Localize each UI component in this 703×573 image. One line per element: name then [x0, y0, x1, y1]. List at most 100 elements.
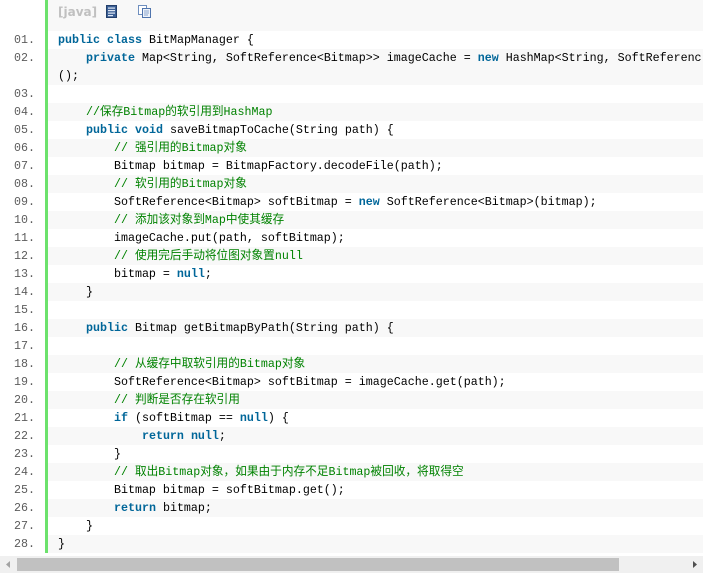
line-number: 27. [0, 517, 45, 535]
code-line: 08. // 软引用的Bitmap对象 [0, 175, 703, 193]
toolbar-gutter [0, 0, 45, 31]
code-text: imageCache.put(path, softBitmap); [58, 231, 345, 245]
code-line: 10. // 添加该对象到Map中使其缓存 [0, 211, 703, 229]
code-text: Bitmap bitmap = BitmapFactory.decodeFile… [58, 159, 443, 173]
code-text: (softBitmap == [127, 411, 240, 425]
code-keyword: new [358, 195, 380, 209]
view-plain-icon[interactable] [106, 5, 118, 18]
code-line: 21. if (softBitmap == null) { [0, 409, 703, 427]
code-text: ) { [267, 411, 289, 425]
code-viewer: [java] 01. public class BitMapManager {… [0, 0, 703, 573]
code-keyword: void [134, 123, 163, 137]
code-comment: //保存Bitmap的软引用到HashMap [85, 105, 273, 119]
line-number: 17. [0, 337, 45, 355]
code-content [48, 337, 703, 355]
line-number: 18. [0, 355, 45, 373]
code-content: //保存Bitmap的软引用到HashMap [48, 103, 703, 121]
code-content [48, 85, 703, 103]
line-number: 15. [0, 301, 45, 319]
toolbar-tools: [java] [48, 0, 703, 31]
code-comment: // 取出Bitmap对象，如果由于内存不足Bitmap被回收，将取得空 [113, 465, 464, 479]
code-line: 25. Bitmap bitmap = softBitmap.get(); [0, 481, 703, 499]
code-keyword: private [85, 51, 135, 65]
code-line: 07. Bitmap bitmap = BitmapFactory.decode… [0, 157, 703, 175]
copy-icon[interactable] [138, 5, 151, 18]
code-line: 19. SoftReference<Bitmap> softBitmap = i… [0, 373, 703, 391]
code-content: // 从缓存中取软引用的Bitmap对象 [48, 355, 703, 373]
code-line: 18. // 从缓存中取软引用的Bitmap对象 [0, 355, 703, 373]
line-number: 25. [0, 481, 45, 499]
code-comment: // 强引用的Bitmap对象 [113, 141, 247, 155]
code-content: SoftReference<Bitmap> softBitmap = new S… [48, 193, 703, 211]
scroll-left-arrow-icon[interactable] [0, 556, 17, 573]
line-number: 21. [0, 409, 45, 427]
line-number: 02. [0, 49, 45, 85]
code-line: 13. bitmap = null; [0, 265, 703, 283]
code-text: SoftReference<Bitmap>(bitmap); [379, 195, 597, 209]
code-content: } [48, 517, 703, 535]
line-number: 28. [0, 535, 45, 553]
code-line: 09. SoftReference<Bitmap> softBitmap = n… [0, 193, 703, 211]
code-comment: // 软引用的Bitmap对象 [113, 177, 247, 191]
code-text: SoftReference<Bitmap> softBitmap = [58, 195, 359, 209]
code-content: // 强引用的Bitmap对象 [48, 139, 703, 157]
line-number: 23. [0, 445, 45, 463]
code-comment: // 添加该对象到Map中使其缓存 [113, 213, 285, 227]
line-number: 14. [0, 283, 45, 301]
code-line: 14. } [0, 283, 703, 301]
code-text: } [58, 537, 65, 551]
scrollbar-thumb[interactable] [17, 558, 620, 571]
line-number: 07. [0, 157, 45, 175]
code-line: 24. // 取出Bitmap对象，如果由于内存不足Bitmap被回收，将取得空 [0, 463, 703, 481]
code-keyword: null [239, 411, 268, 425]
code-content: // 使用完后手动将位图对象置null [48, 247, 703, 265]
line-number: 24. [0, 463, 45, 481]
code-text: Bitmap bitmap = softBitmap.get(); [58, 483, 345, 497]
line-number: 10. [0, 211, 45, 229]
code-text: Map<String, SoftReference<Bitmap>> image… [134, 51, 478, 65]
code-keyword: return [141, 429, 184, 443]
code-content: public void saveBitmapToCache(String pat… [48, 121, 703, 139]
code-comment: // 从缓存中取软引用的Bitmap对象 [113, 357, 306, 371]
code-line: 27. } [0, 517, 703, 535]
code-toolbar: [java] [0, 0, 703, 31]
code-keyword: return [113, 501, 156, 515]
code-content: if (softBitmap == null) { [48, 409, 703, 427]
code-keyword: public [85, 321, 128, 335]
code-content: imageCache.put(path, softBitmap); [48, 229, 703, 247]
code-keyword: new [477, 51, 499, 65]
line-number: 22. [0, 427, 45, 445]
code-line: 15. [0, 301, 703, 319]
line-number: 12. [0, 247, 45, 265]
scrollbar-track[interactable] [17, 556, 686, 573]
code-content: // 添加该对象到Map中使其缓存 [48, 211, 703, 229]
code-keyword: public [58, 33, 100, 47]
scroll-right-arrow-icon[interactable] [686, 556, 703, 573]
code-content: } [48, 283, 703, 301]
code-keyword: null [190, 429, 219, 443]
code-content: private Map<String, SoftReference<Bitmap… [48, 49, 703, 85]
line-number: 11. [0, 229, 45, 247]
code-lines: 01. public class BitMapManager {02. priva… [0, 31, 703, 553]
code-line: 03. [0, 85, 703, 103]
code-line: 20. // 判断是否存在软引用 [0, 391, 703, 409]
code-text: ; [218, 429, 226, 443]
horizontal-scrollbar[interactable] [0, 556, 703, 573]
code-text: ; [204, 267, 212, 281]
code-text: bitmap = [58, 267, 177, 281]
line-number: 03. [0, 85, 45, 103]
code-text: } [58, 519, 93, 533]
code-text: (); [58, 69, 79, 83]
code-comment: // 判断是否存在软引用 [113, 393, 240, 407]
code-content: Bitmap bitmap = BitmapFactory.decodeFile… [48, 157, 703, 175]
